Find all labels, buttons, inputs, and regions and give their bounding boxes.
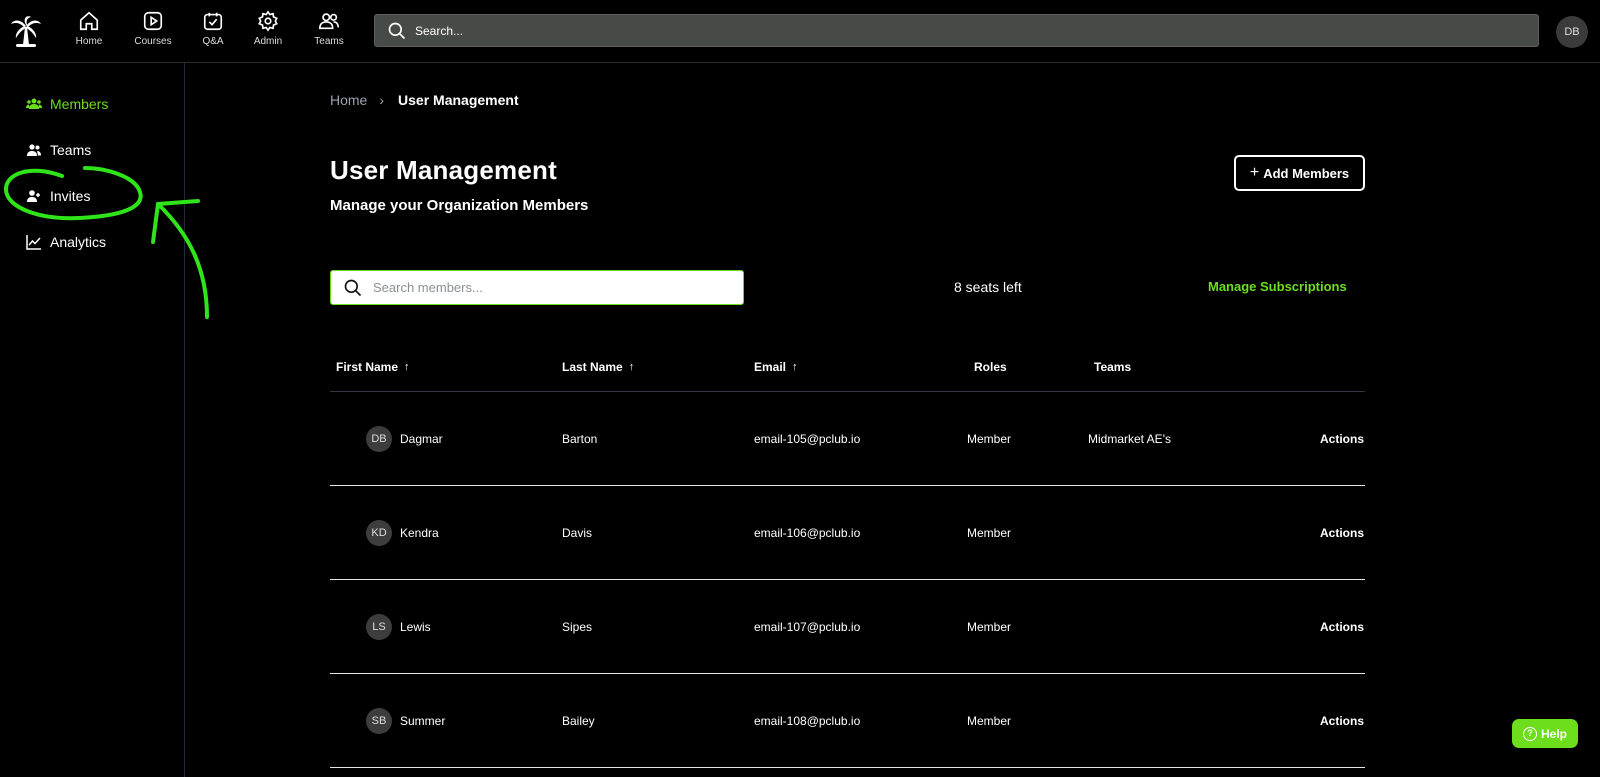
role: Member bbox=[967, 432, 1012, 446]
nav-qa-label: Q&A bbox=[202, 36, 224, 47]
header-first-name[interactable]: First Name ↑ bbox=[336, 360, 410, 374]
add-members-button[interactable]: + Add Members bbox=[1234, 155, 1365, 191]
first-name: Dagmar bbox=[400, 432, 443, 446]
table-row: SB Summer Bailey email-108@pclub.io Memb… bbox=[330, 674, 1365, 768]
header-label: Last Name bbox=[562, 360, 623, 374]
actions-button[interactable]: Actions bbox=[1320, 392, 1364, 486]
first-name: Summer bbox=[400, 714, 446, 728]
first-name-cell: LS Lewis bbox=[366, 580, 431, 674]
breadcrumb-home[interactable]: Home bbox=[330, 92, 367, 108]
header-label: First Name bbox=[336, 360, 399, 374]
users-icon bbox=[27, 144, 41, 156]
first-name-cell: SB Summer bbox=[366, 674, 445, 768]
avatar: KD bbox=[366, 520, 392, 546]
calendar-check-icon bbox=[203, 12, 223, 31]
role: Member bbox=[967, 526, 1012, 540]
header-email[interactable]: Email ↑ bbox=[754, 360, 798, 374]
team: Midmarket AE's bbox=[1088, 432, 1171, 446]
first-name-cell: KD Kendra bbox=[366, 486, 439, 580]
breadcrumb: Home › User Management bbox=[330, 92, 519, 108]
sort-arrow-icon: ↑ bbox=[792, 361, 798, 373]
help-button[interactable]: ? Help bbox=[1512, 719, 1578, 748]
first-name: Kendra bbox=[400, 526, 439, 540]
avatar: SB bbox=[366, 708, 392, 734]
role: Member bbox=[967, 714, 1012, 728]
sidebar-item-label: Invites bbox=[50, 188, 91, 204]
manage-subscriptions-link[interactable]: Manage Subscriptions bbox=[1208, 279, 1347, 294]
nav-courses-label: Courses bbox=[134, 36, 172, 47]
actions-button[interactable]: Actions bbox=[1320, 580, 1364, 674]
nav-admin-label: Admin bbox=[253, 36, 283, 47]
users-icon bbox=[319, 13, 339, 30]
sidebar-item-label: Analytics bbox=[50, 234, 107, 250]
nav-teams[interactable]: Teams bbox=[301, 10, 357, 54]
sort-arrow-icon: ↑ bbox=[404, 361, 410, 373]
header-label: Teams bbox=[1094, 360, 1132, 374]
user-plus-icon bbox=[27, 190, 40, 202]
palm-tree-logo-icon[interactable] bbox=[10, 14, 42, 48]
table-row: DB Dagmar Barton email-105@pclub.io Memb… bbox=[330, 392, 1365, 486]
header-label: Email bbox=[754, 360, 787, 374]
breadcrumb-current: User Management bbox=[398, 92, 519, 108]
global-search[interactable] bbox=[374, 14, 1539, 47]
table-row: LS Lewis Sipes email-107@pclub.io Member… bbox=[330, 580, 1365, 674]
avatar: DB bbox=[366, 426, 392, 452]
sidebar-item-label: Teams bbox=[50, 142, 92, 158]
sidebar-item-analytics[interactable]: Analytics bbox=[26, 230, 106, 254]
paw-users-icon bbox=[26, 98, 42, 109]
gear-icon bbox=[258, 10, 278, 32]
avatar: LS bbox=[366, 614, 392, 640]
chevron-right-icon: › bbox=[379, 92, 385, 108]
global-search-input[interactable] bbox=[415, 15, 1515, 46]
nav-courses[interactable]: Courses bbox=[125, 10, 181, 54]
email: email-105@pclub.io bbox=[754, 432, 861, 446]
search-icon bbox=[388, 22, 406, 40]
header-roles: Roles bbox=[974, 360, 1007, 374]
sidebar-item-invites[interactable]: Invites bbox=[26, 184, 90, 208]
line-chart-icon bbox=[26, 235, 41, 250]
member-search-input[interactable] bbox=[373, 271, 733, 304]
sidebar-item-members[interactable]: Members bbox=[26, 92, 108, 116]
email: email-108@pclub.io bbox=[754, 714, 861, 728]
nav-qa[interactable]: Q&A bbox=[185, 10, 241, 54]
page-subtitle: Manage your Organization Members bbox=[330, 197, 589, 214]
sidebar-item-label: Members bbox=[50, 96, 109, 112]
actions-button[interactable]: Actions bbox=[1320, 674, 1364, 768]
actions-button[interactable]: Actions bbox=[1320, 486, 1364, 580]
nav-home-label: Home bbox=[75, 36, 103, 47]
last-name: Davis bbox=[562, 526, 593, 540]
play-icon bbox=[143, 11, 163, 31]
last-name: Barton bbox=[562, 432, 598, 446]
home-icon bbox=[79, 11, 99, 31]
table-row: KD Kendra Davis email-106@pclub.io Membe… bbox=[330, 486, 1365, 580]
sidebar: Members Teams Invites Analytics bbox=[0, 63, 185, 777]
header-last-name[interactable]: Last Name ↑ bbox=[562, 360, 634, 374]
sidebar-item-teams[interactable]: Teams bbox=[26, 138, 91, 162]
sort-arrow-icon: ↑ bbox=[628, 361, 635, 373]
user-avatar[interactable]: DB bbox=[1556, 16, 1588, 48]
seats-left: 8 seats left bbox=[954, 279, 1022, 295]
plus-icon: + bbox=[1249, 164, 1260, 181]
nav-home[interactable]: Home bbox=[61, 10, 117, 54]
table-header: First Name ↑ Last Name ↑ Email ↑ Roles T… bbox=[330, 350, 1365, 392]
last-name: Bailey bbox=[562, 714, 595, 728]
add-members-label: Add Members bbox=[1263, 165, 1350, 181]
role: Member bbox=[967, 620, 1012, 634]
last-name: Sipes bbox=[562, 620, 593, 634]
nav-teams-label: Teams bbox=[314, 36, 344, 47]
first-name: Lewis bbox=[400, 620, 431, 634]
page-title: User Management bbox=[330, 155, 557, 185]
help-label: Help bbox=[1540, 726, 1567, 741]
question-circle-icon: ? bbox=[1522, 726, 1537, 741]
header-label: Roles bbox=[974, 360, 1007, 374]
email: email-107@pclub.io bbox=[754, 620, 861, 634]
top-navbar: Home Courses Q&A Admin Teams DB bbox=[0, 0, 1600, 63]
members-table: First Name ↑ Last Name ↑ Email ↑ Roles T… bbox=[330, 350, 1365, 768]
search-icon bbox=[344, 279, 362, 297]
member-search[interactable] bbox=[330, 270, 744, 305]
first-name-cell: DB Dagmar bbox=[366, 392, 443, 486]
nav-admin[interactable]: Admin bbox=[240, 10, 296, 54]
header-teams: Teams bbox=[1094, 360, 1131, 374]
email: email-106@pclub.io bbox=[754, 526, 861, 540]
